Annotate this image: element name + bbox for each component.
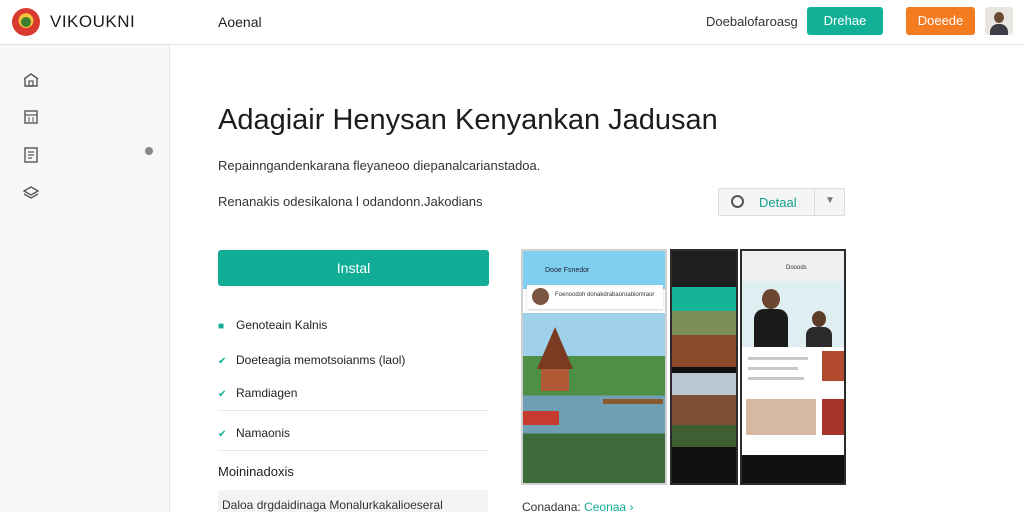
footer-text: Daloa drgdaidinaga Monalurkakalioeseral <box>222 498 443 512</box>
check-icon: ✔ <box>218 389 227 400</box>
app-screenshot-1[interactable]: Dooe Fsnedor Foenoodoh donakdrabaoroabio… <box>521 249 667 485</box>
top-bar: VIKOUKNI Aoenal Doebalofaroasg Drehae Do… <box>0 0 1024 45</box>
page-subtitle: Repainngandenkarana fleyaneoo diepanalca… <box>218 158 541 173</box>
circle-icon <box>731 195 744 208</box>
detail-button[interactable]: Detaal <box>719 189 814 215</box>
content-list <box>742 347 844 395</box>
header-teal-button[interactable]: Drehae <box>807 7 883 35</box>
feature-label: Namaonis <box>236 426 291 440</box>
check-icon: ✔ <box>218 429 227 440</box>
feature-label: Doeteagia memotsoianms (laol) <box>236 353 406 367</box>
app-header: Dooe Fsnedor <box>523 251 665 289</box>
feature-item: ✔ Ramdiagen <box>218 386 297 400</box>
sidebar-dot <box>145 147 153 155</box>
app-screenshot-3[interactable]: Dooods <box>740 249 846 485</box>
brand-name[interactable]: VIKOUKNI <box>50 12 135 32</box>
app-header-title: Dooods <box>786 265 807 271</box>
divider <box>218 410 488 411</box>
divider <box>218 450 488 451</box>
feature-label: Genoteain Kalnis <box>236 318 328 332</box>
avatar <box>532 288 549 305</box>
header-orange-button[interactable]: Doeede <box>906 7 975 35</box>
roof-shape <box>537 327 573 369</box>
nav-bar <box>672 453 736 483</box>
divider <box>814 189 815 215</box>
nav-bar <box>742 455 844 483</box>
sidebar <box>0 45 170 512</box>
user-avatar[interactable] <box>985 7 1013 35</box>
app-header: Dooods <box>742 251 844 281</box>
feature-label: Ramdiagen <box>236 386 298 400</box>
app-header <box>672 251 736 287</box>
footer-box: Daloa drgdaidinaga Monalurkakalioeseral <box>218 490 488 512</box>
page-title: Adagiair Henysan Kenyankan Jadusan <box>218 104 718 136</box>
check-icon: ✔ <box>218 356 227 367</box>
install-button[interactable]: Instal <box>218 250 489 286</box>
landscape-photo <box>672 287 736 367</box>
brand-logo[interactable] <box>12 8 40 36</box>
page-meta: Renanakis odesikalona l odandonn.Jakodia… <box>218 194 483 209</box>
detail-split-button[interactable]: Detaal ▼ <box>718 188 845 216</box>
people-photo <box>742 281 844 347</box>
post-card-text: Foenoodoh donakdrabaoroabiomraor <box>555 292 655 298</box>
chevron-down-icon[interactable]: ▼ <box>825 195 835 206</box>
hut-shape <box>541 369 569 391</box>
app-header-title: Dooe Fsnedor <box>545 267 590 274</box>
dock-shape <box>603 399 663 404</box>
nav-item[interactable]: Aoenal <box>218 14 262 30</box>
landscape-photo <box>672 373 736 447</box>
app-screenshot-2[interactable] <box>670 249 738 485</box>
square-bullet-icon: ■ <box>218 321 225 332</box>
feature-item: ✔ Doeteagia memotsoianms (laol) <box>218 353 405 367</box>
feature-item: ■ Genoteain Kalnis <box>218 318 327 332</box>
document-icon[interactable] <box>22 146 40 164</box>
hut-shape <box>523 411 559 425</box>
header-link[interactable]: Doebalofaroasg <box>706 14 798 29</box>
layers-icon[interactable] <box>22 184 40 202</box>
post-card: Foenoodoh donakdrabaoroabiomraor <box>527 285 663 309</box>
store-icon[interactable] <box>22 71 40 89</box>
content-card <box>742 395 844 455</box>
section-label: Moininadoxis <box>218 464 294 479</box>
calendar-icon[interactable] <box>22 108 40 126</box>
detail-button-label: Detaal <box>759 195 797 210</box>
feature-item: ✔ Namaonis <box>218 426 290 440</box>
